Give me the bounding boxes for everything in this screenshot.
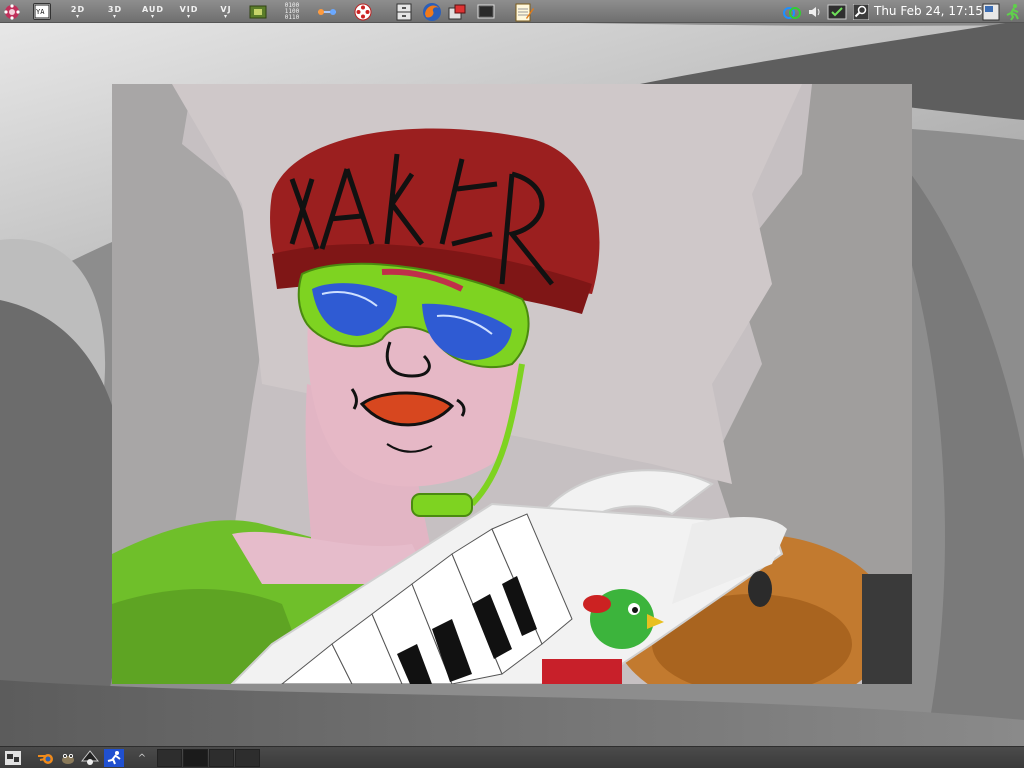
photo-viewer[interactable]: [112, 84, 912, 684]
running-figure-icon: [104, 749, 124, 767]
network-link-icon: [318, 8, 336, 15]
window-list-icon: [5, 751, 21, 765]
active-app-task-button[interactable]: [103, 749, 125, 767]
firefox-icon: [423, 2, 441, 21]
quit-button[interactable]: [1003, 2, 1023, 21]
package-icon: [448, 4, 466, 19]
media-player-button[interactable]: [352, 2, 374, 21]
bottom-panel: ^: [0, 746, 1024, 768]
volume-icon: [809, 6, 820, 17]
text-editor-icon: [515, 3, 534, 21]
chevron-down-icon: ▾: [150, 12, 155, 20]
menu-3d[interactable]: 3D ▾: [101, 2, 129, 21]
hardware-monitor-button[interactable]: [247, 2, 269, 21]
monitor-icon: [477, 4, 495, 18]
gimp-task-button[interactable]: [58, 749, 78, 767]
show-desktop-icon: [982, 3, 1000, 20]
chevron-down-icon: ▾: [112, 12, 117, 20]
chevron-up-icon[interactable]: ^: [134, 749, 150, 767]
chevron-down-icon: ▾: [186, 12, 191, 20]
menu-aud[interactable]: AUD ▾: [138, 2, 168, 21]
terminal-launcher-button[interactable]: YA: [31, 2, 53, 21]
workspace-2[interactable]: [183, 749, 208, 767]
network-tool-button[interactable]: [314, 2, 340, 21]
chevron-down-icon: ▾: [223, 12, 228, 20]
workspace-3[interactable]: [209, 749, 234, 767]
distro-logo-icon: [4, 3, 20, 20]
blender-icon: [38, 754, 53, 764]
svg-text:YA: YA: [36, 8, 45, 16]
photo-image: [112, 84, 912, 684]
workspace-1[interactable]: [157, 749, 182, 767]
window-list-button[interactable]: [3, 749, 23, 767]
wifi-tray-button[interactable]: [780, 2, 804, 21]
update-tray-button[interactable]: [826, 2, 848, 21]
volume-tray-button[interactable]: [806, 2, 824, 21]
checkmark-monitor-icon: [827, 4, 847, 19]
screen-tool-button[interactable]: [475, 2, 497, 21]
film-reel-icon: [354, 3, 372, 20]
chevron-down-icon: ▾: [75, 12, 80, 20]
yao-terminal-icon: YA: [33, 3, 51, 20]
inkscape-icon: [81, 750, 99, 765]
file-manager-button[interactable]: [393, 2, 415, 21]
package-tool-button[interactable]: [445, 2, 469, 21]
network-connection-icon: [783, 6, 801, 19]
inkscape-task-button[interactable]: [80, 749, 100, 767]
binary-icon: 0100 1100 0110: [284, 1, 300, 21]
menu-2d[interactable]: 2D ▾: [64, 2, 92, 21]
browser-button[interactable]: [420, 2, 444, 21]
menu-vid[interactable]: VID ▾: [175, 2, 203, 21]
circuit-board-icon: [249, 5, 267, 18]
show-desktop-button[interactable]: [980, 2, 1002, 21]
workspace-4[interactable]: [235, 749, 260, 767]
text-editor-button[interactable]: [512, 2, 536, 21]
search-icon: [853, 3, 869, 20]
top-panel: YA 2D ▾ 3D ▾ AUD ▾ VID ▾ VJ ▾ 0100 1100 0110: [0, 0, 1024, 23]
gimp-icon: [62, 754, 74, 764]
menu-vj[interactable]: VJ ▾: [213, 2, 239, 21]
blender-task-button[interactable]: [36, 749, 56, 767]
run-exit-icon: [1006, 3, 1019, 21]
file-cabinet-icon: [396, 3, 412, 20]
desktop: YA 2D ▾ 3D ▾ AUD ▾ VID ▾ VJ ▾ 0100 1100 0110: [0, 0, 1024, 768]
binary-tool-button[interactable]: 0100 1100 0110: [279, 2, 305, 21]
clock[interactable]: Thu Feb 24, 17:15: [874, 3, 983, 19]
app-menu-button[interactable]: [2, 2, 22, 21]
search-tray-button[interactable]: [851, 2, 871, 21]
